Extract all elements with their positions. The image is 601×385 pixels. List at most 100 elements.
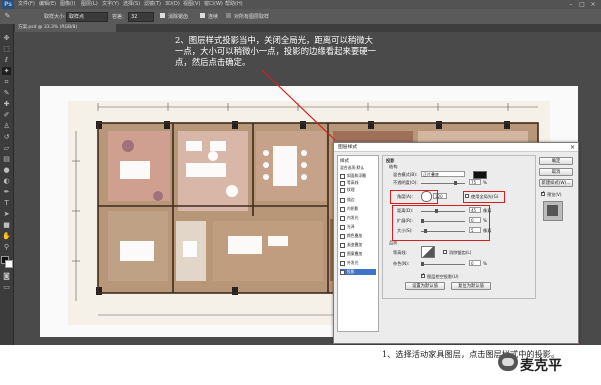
opacity-slider-knob[interactable]	[454, 181, 457, 185]
style-checkbox[interactable]	[340, 260, 345, 266]
style-item-stroke[interactable]: 描边	[340, 197, 376, 203]
contiguous-checkbox[interactable]	[200, 13, 205, 18]
shape-tool-icon[interactable]: ■	[2, 221, 11, 229]
path-select-tool-icon[interactable]: ➤	[2, 210, 11, 218]
styles-header[interactable]: 样式	[340, 158, 349, 164]
style-checkbox[interactable]	[340, 224, 345, 230]
opacity-slider[interactable]	[421, 183, 465, 184]
menu-select[interactable]: 选择(S)	[123, 0, 140, 9]
style-checkbox[interactable]	[340, 242, 345, 248]
document-tab[interactable]: 方案.psd @ 33.3% (RGB/8)	[15, 24, 116, 32]
sample-size-select[interactable]: 取样点	[66, 12, 108, 22]
antialias-checkbox[interactable]	[160, 13, 165, 18]
shadow-color-swatch[interactable]	[473, 171, 487, 179]
style-checkbox[interactable]	[340, 197, 345, 203]
quick-mask-icon[interactable]: ◙	[2, 272, 11, 280]
marquee-tool-icon[interactable]: ⬚	[2, 45, 11, 53]
reset-default-button[interactable]: 复位为默认值	[451, 282, 491, 290]
blur-tool-icon[interactable]: ●	[2, 166, 11, 174]
menu-help[interactable]: 帮助(H)	[225, 0, 243, 9]
noise-slider[interactable]	[421, 264, 465, 265]
all-layers-checkbox[interactable]	[226, 13, 231, 18]
style-item-color-overlay[interactable]: 颜色叠加	[340, 233, 376, 239]
style-item-inner-glow[interactable]: 内发光	[340, 215, 376, 221]
stamp-tool-icon[interactable]: ♙	[2, 122, 11, 130]
style-checkbox[interactable]	[340, 215, 345, 221]
style-item-contour[interactable]: 等高线	[340, 180, 376, 186]
menu-type[interactable]: 文字(Y)	[102, 0, 119, 9]
maximize-icon[interactable]: □	[577, 1, 587, 8]
style-item-label: 内阴影	[347, 206, 359, 211]
blend-options-item[interactable]: 混合选项:默认	[340, 165, 376, 171]
type-tool-icon[interactable]: T	[2, 199, 11, 207]
ok-button[interactable]: 确定	[539, 157, 573, 165]
menu-layer[interactable]: 图层(L)	[81, 0, 98, 9]
gradient-tool-icon[interactable]: ▤	[2, 155, 11, 163]
menu-bar: Ps 文件(F) 编辑(E) 图像(I) 图层(L) 文字(Y) 选择(S) 滤…	[0, 0, 601, 9]
menu-view[interactable]: 视图(V)	[183, 0, 200, 9]
history-brush-icon[interactable]: ↺	[2, 133, 11, 141]
style-item-drop-shadow[interactable]: 投影	[340, 269, 376, 275]
style-item-gradient-overlay[interactable]: 渐变叠加	[340, 242, 376, 248]
style-checkbox[interactable]	[340, 251, 345, 257]
style-checkbox[interactable]	[340, 206, 345, 212]
global-light-highlight	[463, 191, 505, 203]
style-item-outer-glow[interactable]: 外发光	[340, 260, 376, 266]
eraser-tool-icon[interactable]: ▱	[2, 144, 11, 152]
tolerance-input[interactable]: 32	[128, 12, 154, 22]
eyedropper-icon[interactable]: ✎	[2, 89, 11, 97]
brush-tool-icon[interactable]: ✐	[2, 111, 11, 119]
crop-tool-icon[interactable]: ⌗	[2, 78, 11, 86]
pen-tool-icon[interactable]: ✒	[2, 188, 11, 196]
style-checkbox[interactable]	[340, 173, 345, 179]
style-item-satin[interactable]: 光泽	[340, 224, 376, 230]
noise-slider-knob[interactable]	[421, 262, 424, 266]
new-style-button[interactable]: 新建样式(W)...	[539, 179, 573, 187]
menu-3d[interactable]: 3D(D)	[165, 0, 180, 9]
menu-image[interactable]: 图像(I)	[60, 0, 75, 9]
knockout-label: 图层挖空投影(U)	[427, 274, 459, 279]
healing-tool-icon[interactable]: ✚	[2, 100, 11, 108]
opacity-unit: %	[483, 180, 487, 185]
antialias-dialog-checkbox[interactable]	[443, 250, 447, 254]
style-checkbox[interactable]	[340, 233, 345, 239]
move-tool-icon[interactable]: ✥	[2, 34, 11, 42]
zoom-tool-icon[interactable]: ⚲	[2, 243, 11, 251]
cancel-button[interactable]: 取消	[539, 168, 573, 176]
style-checkbox[interactable]	[340, 187, 345, 193]
knockout-checkbox[interactable]	[421, 272, 425, 278]
menu-filter[interactable]: 滤镜(T)	[144, 0, 161, 9]
set-default-button[interactable]: 设置为默认值	[405, 282, 445, 290]
menu-edit[interactable]: 编辑(E)	[39, 0, 56, 9]
tools-panel: ✥ ⬚ ℓ ✦ ⌗ ✎ ✚ ✐ ♙ ↺ ▱ ▤ ● ◐ ✒ T ➤ ■ ✋ ⚲ …	[0, 24, 14, 345]
style-item-label: 等高线	[347, 180, 359, 185]
magic-wand-tool-icon[interactable]: ✦	[2, 67, 11, 75]
minimize-icon[interactable]: –	[566, 1, 576, 8]
style-item-pattern-overlay[interactable]: 图案叠加	[340, 251, 376, 257]
screen-mode-icon[interactable]: ▭	[2, 283, 11, 291]
noise-input[interactable]: 0	[469, 260, 481, 266]
style-item-bevel[interactable]: 斜面和浮雕	[340, 173, 376, 179]
style-item-inner-shadow[interactable]: 内阴影	[340, 206, 376, 212]
style-item-texture[interactable]: 纹理	[340, 187, 376, 193]
noise-label: 杂色(N):	[393, 261, 410, 266]
preview-checkbox[interactable]	[541, 190, 545, 196]
structure-title: 结构	[389, 164, 398, 169]
eyedropper-tool-icon[interactable]: ✎	[3, 12, 12, 20]
close-icon[interactable]: ×	[588, 1, 598, 8]
style-checkbox[interactable]	[340, 269, 345, 275]
menu-file[interactable]: 文件(F)	[18, 0, 35, 9]
style-checkbox[interactable]	[340, 180, 345, 186]
dialog-close-icon[interactable]: ×	[570, 143, 575, 152]
antialias-dialog-label: 消除锯齿(L)	[449, 250, 472, 255]
lasso-tool-icon[interactable]: ℓ	[2, 56, 11, 64]
background-color-swatch[interactable]	[5, 260, 13, 268]
menu-window[interactable]: 窗口(W)	[204, 0, 223, 9]
hand-tool-icon[interactable]: ✋	[2, 232, 11, 240]
contour-preview[interactable]	[421, 246, 435, 258]
style-item-label: 图案叠加	[347, 251, 363, 256]
dodge-tool-icon[interactable]: ◐	[2, 177, 11, 185]
opacity-input[interactable]: 75	[469, 179, 481, 185]
blend-mode-select[interactable]: 正片叠底	[421, 171, 465, 177]
instruction-line-1: 2、图层样式投影当中，关闭全局光，距离可以稍微大	[175, 35, 373, 45]
